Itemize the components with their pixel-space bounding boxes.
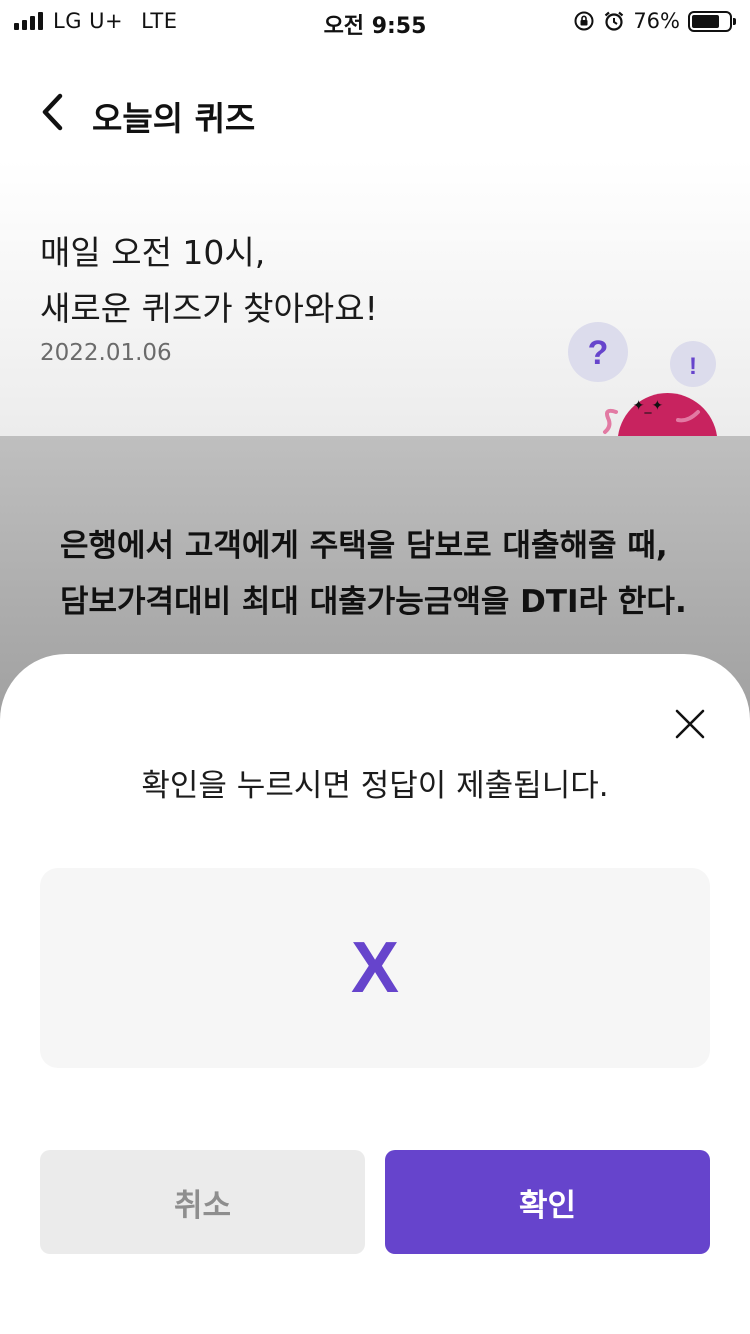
selected-answer: X (350, 928, 400, 1008)
orientation-lock-icon (574, 11, 594, 31)
hero-headline-line2: 새로운 퀴즈가 찾아와요! (40, 289, 378, 328)
battery-percent: 76% (633, 9, 680, 33)
confirm-bottom-sheet: 확인을 누르시면 정답이 제출됩니다. X 취소 확인 (0, 654, 750, 1334)
battery-fill (692, 14, 720, 28)
selected-answer-box: X (40, 868, 710, 1068)
bubble-exclamation-mark: ! (689, 353, 697, 380)
cancel-button[interactable]: 취소 (40, 1150, 365, 1254)
status-right: 76% (573, 8, 736, 34)
chevron-left-icon (42, 93, 63, 131)
header: 오늘의 퀴즈 (0, 40, 750, 160)
confirm-button[interactable]: 확인 (385, 1150, 710, 1254)
mascot-illustration: ? ! ✦_✦ (568, 322, 717, 436)
close-icon (675, 709, 705, 739)
alarm-icon (605, 11, 624, 31)
status-bar: LG U+ LTE 오전 9:55 76% (0, 0, 750, 40)
battery-icon (688, 10, 736, 32)
sheet-message: 확인을 누르시면 정답이 제출됩니다. (141, 768, 609, 804)
page-title: 오늘의 퀴즈 (92, 99, 256, 138)
back-button[interactable] (34, 90, 74, 134)
close-button[interactable] (668, 702, 712, 746)
hero-headline-line1: 매일 오전 10시, (40, 233, 266, 272)
svg-text:✦_✦: ✦_✦ (633, 398, 664, 414)
quiz-date: 2022.01.06 (40, 340, 172, 366)
bubble-question-mark: ? (588, 334, 609, 372)
question-text: 은행에서 고객에게 주택을 담보로 대출해줄 때, 담보가격대비 최대 대출가능… (60, 528, 687, 620)
quiz-hero: 매일 오전 10시, 새로운 퀴즈가 찾아와요! 2022.01.06 ? ! … (0, 160, 750, 436)
